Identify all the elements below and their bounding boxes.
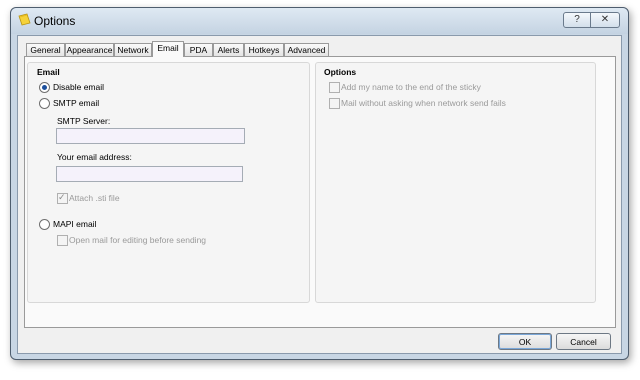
title-bar[interactable]: Options ? ✕	[11, 8, 628, 34]
cancel-button[interactable]: Cancel	[556, 333, 611, 350]
mail-without-asking-label[interactable]: Mail without asking when network send fa…	[341, 98, 506, 108]
email-tab-panel: Email Disable email SMTP email SMTP Serv…	[24, 56, 616, 328]
open-mail-checkbox[interactable]	[57, 235, 68, 246]
dialog-client-area: General Appearance Network Email PDA Ale…	[17, 35, 622, 354]
add-name-checkbox[interactable]	[329, 82, 340, 93]
tab-email[interactable]: Email	[152, 41, 184, 57]
tab-advanced[interactable]: Advanced	[284, 43, 329, 56]
open-mail-label[interactable]: Open mail for editing before sending	[69, 235, 206, 245]
tab-general[interactable]: General	[26, 43, 65, 56]
email-address-input[interactable]	[56, 166, 243, 182]
mapi-email-label[interactable]: MAPI email	[53, 219, 96, 229]
options-group-title: Options	[324, 67, 357, 77]
smtp-server-label: SMTP Server:	[57, 116, 111, 126]
tab-network[interactable]: Network	[114, 43, 152, 56]
mail-without-asking-checkbox[interactable]	[329, 98, 340, 109]
sticky-note-icon	[18, 13, 31, 26]
add-name-label[interactable]: Add my name to the end of the sticky	[341, 82, 481, 92]
options-groupbox: Options Add my name to the end of the st…	[315, 62, 596, 303]
email-address-label: Your email address:	[57, 152, 132, 162]
tab-hotkeys[interactable]: Hotkeys	[244, 43, 284, 56]
attach-sti-label[interactable]: Attach .sti file	[69, 193, 120, 203]
tab-pda[interactable]: PDA	[184, 43, 213, 56]
help-button[interactable]: ?	[563, 12, 591, 28]
tab-alerts[interactable]: Alerts	[213, 43, 244, 56]
mapi-email-radio[interactable]	[39, 219, 50, 230]
disable-email-label[interactable]: Disable email	[53, 82, 104, 92]
tab-appearance[interactable]: Appearance	[65, 43, 114, 56]
smtp-email-label[interactable]: SMTP email	[53, 98, 99, 108]
smtp-server-input[interactable]	[56, 128, 245, 144]
email-groupbox: Email Disable email SMTP email SMTP Serv…	[27, 62, 310, 303]
options-window: Options ? ✕ General Appearance Network E…	[10, 7, 629, 360]
smtp-email-radio[interactable]	[39, 98, 50, 109]
close-button[interactable]: ✕	[590, 12, 620, 28]
disable-email-radio[interactable]	[39, 82, 50, 93]
window-title: Options	[34, 14, 76, 28]
ok-button[interactable]: OK	[498, 333, 552, 350]
attach-sti-checkbox[interactable]	[57, 192, 68, 204]
email-group-title: Email	[37, 67, 60, 77]
